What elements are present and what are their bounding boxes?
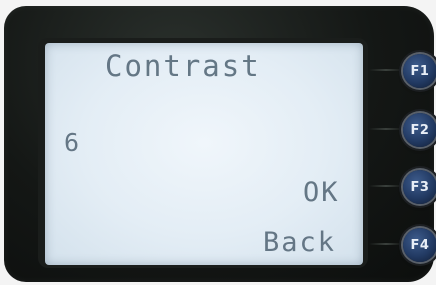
device-housing: Contrast 6 OK Back F1 F2 F3 F4 xyxy=(4,6,436,282)
f1-button-label: F1 xyxy=(410,63,430,79)
key-groove xyxy=(369,185,403,187)
contrast-value: 6 xyxy=(64,128,82,157)
menu-title: Contrast xyxy=(105,49,261,83)
f2-button[interactable]: F2 xyxy=(403,113,436,147)
key-groove xyxy=(369,69,403,71)
f1-button[interactable]: F1 xyxy=(403,54,436,88)
key-groove xyxy=(369,243,403,245)
f3-button-label: F3 xyxy=(410,179,430,195)
back-option-label: Back xyxy=(263,227,337,258)
lcd-screen: Contrast 6 OK Back xyxy=(45,43,363,265)
f3-ok-button[interactable]: F3 xyxy=(403,170,436,204)
f4-button-label: F4 xyxy=(410,237,430,253)
ok-option-label: OK xyxy=(303,177,340,208)
f4-back-button[interactable]: F4 xyxy=(403,228,436,262)
key-groove xyxy=(369,128,403,130)
f2-button-label: F2 xyxy=(410,122,430,138)
